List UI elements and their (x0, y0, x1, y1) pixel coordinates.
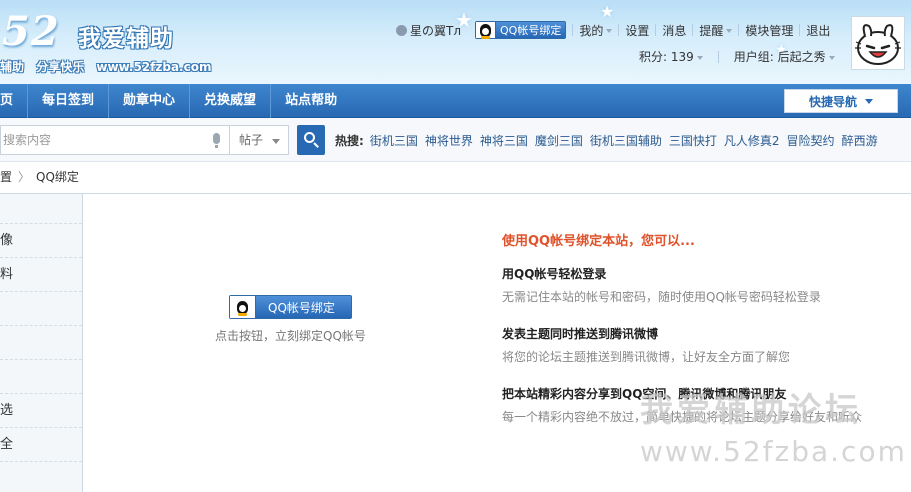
menu-logout[interactable]: 退出 (806, 22, 830, 39)
points-text: 积分: 139 (639, 50, 694, 64)
hot-search-item[interactable]: 冒险契约 (787, 132, 835, 149)
qq-bind-main-button[interactable]: QQ帐号绑定 (229, 295, 352, 319)
sidebar-item[interactable] (0, 194, 82, 224)
main-content: 像 料 选 全 QQ帐号绑定 点击按钮，立刻绑定QQ帐号 使用QQ帐号绑定本站，… (0, 193, 911, 492)
qq-bind-main-label: QQ帐号绑定 (268, 300, 335, 315)
hot-search-item[interactable]: 神将世界 (425, 132, 473, 149)
microphone-icon[interactable] (213, 133, 220, 148)
sidebar-item[interactable] (0, 360, 82, 394)
benefit-item: 发表主题同时推送到腾讯微博 将您的论坛主题推送到腾讯微博，让好友全方面了解您 (502, 325, 902, 365)
user-stats: 积分: 139 用户组: 后起之秀 (639, 48, 835, 65)
logo-title: 我爱辅助 (78, 26, 174, 52)
divider (738, 24, 740, 36)
menu-my[interactable]: 我的 (579, 22, 613, 39)
divider (692, 24, 694, 36)
quick-nav-label: 快捷导航 (808, 94, 857, 109)
qq-bind-label: QQ帐号绑定 (500, 24, 562, 37)
username-text: 星の翼Tл (410, 23, 462, 38)
hot-search: 热搜: 街机三国 神将世界 神将三国 魔剑三国 街机三国辅助 三国快打 凡人修真… (335, 132, 885, 149)
usergroup-text: 用户组: 后起之秀 (733, 50, 826, 64)
avatar[interactable] (851, 16, 905, 70)
hot-search-item[interactable]: 醉西游 (842, 132, 878, 149)
breadcrumb-current: QQ绑定 (36, 170, 79, 184)
benefit-title: 发表主题同时推送到腾讯微博 (502, 327, 659, 341)
sidebar-item[interactable] (0, 292, 82, 326)
search-button[interactable] (297, 125, 325, 155)
logo-number: 52 (2, 8, 60, 55)
benefit-desc: 无需记住本站的帐号和密码，随时使用QQ帐号密码轻松登录 (502, 290, 821, 304)
search-input[interactable]: 搜索内容 (0, 125, 230, 155)
username-link[interactable]: 星の翼Tл (396, 22, 461, 39)
benefit-item: 用QQ帐号轻松登录 无需记住本站的帐号和密码，随时使用QQ帐号密码轻松登录 (502, 265, 902, 305)
logo-slogan-part: 辅助 (0, 60, 25, 74)
hot-search-item[interactable]: 三国快打 (669, 132, 717, 149)
chevron-down-icon (272, 139, 280, 144)
quick-nav-button[interactable]: 快捷导航 (784, 89, 898, 113)
menu-settings[interactable]: 设置 (625, 22, 649, 39)
nav-item-home[interactable]: 页 (0, 84, 29, 118)
qq-bind-panel: QQ帐号绑定 点击按钮，立刻绑定QQ帐号 (215, 295, 366, 344)
settings-sidebar: 像 料 选 全 (0, 194, 83, 492)
divider (717, 50, 719, 63)
chevron-right-icon: 〉 (18, 170, 31, 184)
chevron-down-icon (606, 29, 613, 33)
benefit-item: 把本站精彩内容分享到QQ空间、腾讯微博和腾讯朋友 每一个精彩内容绝不放过，简单快… (502, 385, 902, 425)
menu-reminders[interactable]: 提醒 (699, 22, 733, 39)
search-type-value: 帖子 (239, 133, 264, 147)
hot-search-label: 热搜: (335, 134, 364, 148)
benefit-title: 用QQ帐号轻松登录 (502, 267, 607, 281)
divider (618, 24, 620, 36)
hot-search-item[interactable]: 街机三国辅助 (590, 132, 662, 149)
benefit-desc: 将您的论坛主题推送到腾讯微博，让好友全方面了解您 (502, 350, 791, 364)
benefits-heading: 使用QQ帐号绑定本站，您可以... (502, 234, 695, 249)
breadcrumb: 置〉 QQ绑定 (0, 168, 79, 185)
hot-search-item[interactable]: 凡人修真2 (724, 132, 780, 149)
points-link[interactable]: 积分: 139 (639, 48, 703, 65)
qq-penguin-icon (230, 296, 256, 318)
logo-url: www.52fzba.com (96, 60, 212, 74)
qq-penguin-icon (476, 22, 497, 39)
nav-item-medals[interactable]: 勋章中心 (109, 84, 191, 118)
site-header: ★ ★ ★ 52 我爱辅助 辅助 分享快乐 www.52fzba.com 星の翼… (0, 0, 911, 84)
nav-item-daily-checkin[interactable]: 每日签到 (28, 84, 110, 118)
breadcrumb-parent[interactable]: 置 (0, 170, 12, 184)
sidebar-item[interactable] (0, 326, 82, 360)
hot-search-item[interactable]: 神将三国 (480, 132, 528, 149)
search-bar: 搜索内容 帖子 热搜: 街机三国 神将世界 神将三国 魔剑三国 街机三国辅助 三… (0, 118, 911, 162)
star-decoration-icon: ★ (600, 2, 615, 21)
avatar-image (855, 24, 901, 65)
hot-search-item[interactable]: 街机三国 (370, 132, 418, 149)
benefit-desc: 每一个精彩内容绝不放过，简单快捷的将论坛主题分享给好友和听众 (502, 410, 863, 424)
sidebar-item-security[interactable]: 全 (0, 428, 82, 462)
menu-module-management[interactable]: 模块管理 (745, 22, 793, 39)
divider (655, 24, 657, 36)
chevron-down-icon (865, 98, 873, 104)
logo-slogan: 辅助 分享快乐 www.52fzba.com (0, 58, 219, 75)
qq-bind-hint: 点击按钮，立刻绑定QQ帐号 (215, 329, 366, 343)
chevron-down-icon (726, 29, 733, 33)
nav-item-help[interactable]: 站点帮助 (271, 84, 351, 118)
qq-bind-button[interactable]: QQ帐号绑定 (475, 21, 567, 39)
sidebar-item-options[interactable]: 选 (0, 394, 82, 428)
benefit-title: 把本站精彩内容分享到QQ空间、腾讯微博和腾讯朋友 (502, 387, 787, 401)
qq-benefits: 使用QQ帐号绑定本站，您可以... 用QQ帐号轻松登录 无需记住本站的帐号和密码… (502, 230, 902, 445)
search-icon (304, 132, 315, 143)
nav-item-exchange[interactable]: 兑换威望 (190, 84, 272, 118)
logo-slogan-part: 分享快乐 (36, 60, 85, 74)
search-type-select[interactable]: 帖子 (229, 125, 289, 155)
chevron-down-icon (828, 55, 835, 60)
user-icon (396, 24, 407, 36)
usergroup-link[interactable]: 用户组: 后起之秀 (734, 48, 835, 65)
main-nav: 页 每日签到 勋章中心 兑换威望 站点帮助 快捷导航 (0, 84, 911, 118)
sidebar-item-avatar[interactable]: 像 (0, 224, 82, 258)
divider (799, 24, 801, 36)
user-menu: 星の翼Tл QQ帐号绑定 我的 设置 消息 提醒 模块管理 退出 (396, 20, 830, 40)
divider (572, 24, 574, 36)
hot-search-item[interactable]: 魔剑三国 (535, 132, 583, 149)
menu-messages[interactable]: 消息 (662, 22, 686, 39)
sidebar-item-profile[interactable]: 料 (0, 258, 82, 292)
chevron-down-icon (696, 55, 703, 60)
